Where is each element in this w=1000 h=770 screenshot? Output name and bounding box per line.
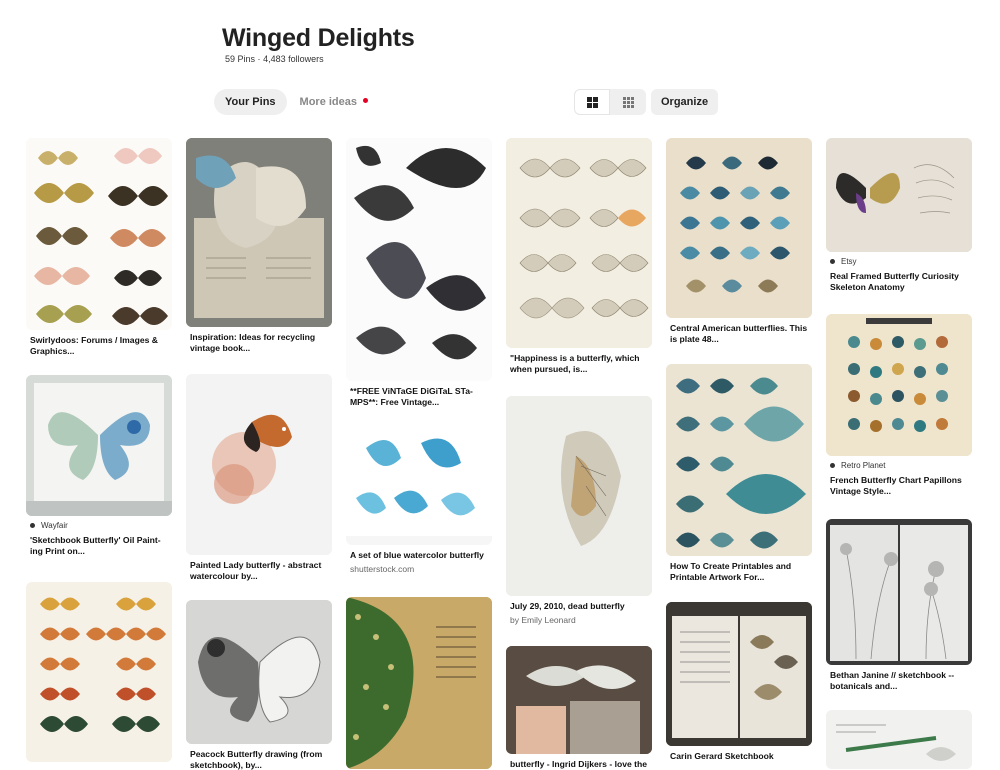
pin-title[interactable]: Peacock Butterfly drawing (from sketchbo… [186, 749, 332, 770]
tab-more-ideas[interactable]: More ideas [289, 89, 379, 115]
pin-card[interactable]: A set of blue watercolor butterfly shutt… [346, 428, 492, 574]
compact-grid-button[interactable] [610, 89, 646, 115]
pin-title[interactable]: **FREE ViNTaGE DiGiTaL STa-MPS**: Free V… [346, 386, 492, 407]
pin-image[interactable] [666, 138, 812, 318]
meta-separator: · [257, 54, 261, 64]
grid-compact-icon [622, 96, 634, 108]
pin-image[interactable] [506, 646, 652, 754]
pin-image[interactable] [826, 138, 972, 252]
pin-title[interactable]: 'Sketchbook Butterfly' Oil Paint-ing Pri… [26, 535, 172, 556]
pin-attribution[interactable]: Retro Planet [826, 461, 972, 470]
pin-title[interactable]: How To Create Printables and Printable A… [666, 561, 812, 582]
pin-card[interactable]: Painted Lady butterfly - abstract waterc… [186, 374, 332, 581]
pin-image[interactable] [826, 519, 972, 665]
pin-title[interactable]: Real Framed Butterfly Curiosity Skeleton… [826, 271, 972, 292]
pin-image[interactable] [346, 597, 492, 769]
source-icon [30, 523, 35, 528]
pin-card[interactable]: Swirlydoos: Forums / Images & Graphics..… [26, 138, 172, 356]
pin-card[interactable] [26, 582, 172, 762]
pin-image[interactable] [666, 602, 812, 746]
pin-title[interactable]: butterfly - Ingrid Dijkers - love the [506, 759, 652, 770]
pin-card[interactable]: Wayfair 'Sketchbook Butterfly' Oil Paint… [26, 375, 172, 556]
tab-your-pins[interactable]: Your Pins [214, 89, 287, 115]
pin-card[interactable]: Carin Gerard Sketchbook [666, 602, 812, 762]
pin-card[interactable]: July 29, 2010, dead butterfly by Emily L… [506, 396, 652, 625]
pin-image[interactable] [826, 314, 972, 456]
pin-card[interactable]: butterfly - Ingrid Dijkers - love the [506, 646, 652, 770]
pin-title[interactable]: Carin Gerard Sketchbook [666, 751, 812, 762]
view-toggle [574, 89, 646, 115]
pin-card[interactable]: Central American butterflies. This is pl… [666, 138, 812, 344]
pin-title[interactable]: A set of blue watercolor butterfly [346, 550, 492, 561]
default-grid-button[interactable] [574, 89, 610, 115]
board-meta: 59 Pins · 4,483 followers [225, 54, 324, 64]
pin-image[interactable] [26, 582, 172, 762]
pin-attribution[interactable]: Etsy [826, 257, 972, 266]
pin-image[interactable] [826, 710, 972, 769]
pin-title[interactable]: July 29, 2010, dead butterfly [506, 601, 652, 612]
pin-card[interactable] [346, 597, 492, 769]
pin-title[interactable]: "Happiness is a butterfly, which when pu… [506, 353, 652, 374]
pin-card[interactable]: "Happiness is a butterfly, which when pu… [506, 138, 652, 374]
pin-card[interactable]: Retro Planet French Butterfly Chart Papi… [826, 314, 972, 496]
pin-source[interactable]: by Emily Leonard [506, 615, 652, 625]
organize-button[interactable]: Organize [651, 89, 719, 115]
pin-image[interactable] [666, 364, 812, 556]
attribution-label: Etsy [841, 257, 857, 266]
pin-card[interactable]: Peacock Butterfly drawing (from sketchbo… [186, 600, 332, 770]
pin-title[interactable]: Bethan Janine // sketchbook -- botanical… [826, 670, 972, 691]
pin-attribution[interactable]: Wayfair [26, 521, 172, 530]
pin-image[interactable] [186, 138, 332, 327]
grid-large-icon [586, 96, 598, 108]
attribution-label: Retro Planet [841, 461, 886, 470]
pin-title[interactable]: French Butterfly Chart Papillons Vintage… [826, 475, 972, 496]
pin-image[interactable] [346, 428, 492, 545]
pin-card[interactable]: Bethan Janine // sketchbook -- botanical… [826, 519, 972, 691]
pin-image[interactable] [506, 138, 652, 348]
board-tabs: Your Pins More ideas [214, 89, 379, 115]
pin-image[interactable] [506, 396, 652, 596]
pin-image[interactable] [26, 375, 172, 516]
pin-title[interactable]: Painted Lady butterfly - abstract waterc… [186, 560, 332, 581]
pin-title[interactable]: Swirlydoos: Forums / Images & Graphics..… [26, 335, 172, 356]
pin-image[interactable] [186, 374, 332, 555]
followers-count[interactable]: 4,483 followers [263, 54, 324, 64]
pins-count: 59 Pins [225, 54, 256, 64]
pin-image[interactable] [26, 138, 172, 330]
source-icon [830, 463, 835, 468]
pin-title[interactable]: Central American butterflies. This is pl… [666, 323, 812, 344]
pin-card[interactable]: **FREE ViNTaGE DiGiTaL STa-MPS**: Free V… [346, 138, 492, 407]
pin-card[interactable]: How To Create Printables and Printable A… [666, 364, 812, 582]
source-icon [830, 259, 835, 264]
pin-card[interactable]: Etsy Real Framed Butterfly Curiosity Ske… [826, 138, 972, 292]
pin-image[interactable] [346, 138, 492, 381]
tab-more-ideas-label: More ideas [299, 96, 357, 108]
pin-card[interactable]: Inspiration: Ideas for recycling vintage… [186, 138, 332, 353]
board-title: Winged Delights [222, 24, 415, 52]
notification-dot-icon [363, 98, 368, 103]
tab-your-pins-label: Your Pins [225, 96, 276, 108]
pin-image[interactable] [186, 600, 332, 744]
attribution-label: Wayfair [41, 521, 68, 530]
pin-title[interactable]: Inspiration: Ideas for recycling vintage… [186, 332, 332, 353]
pin-card[interactable] [826, 710, 972, 769]
pin-source[interactable]: shutterstock.com [346, 564, 492, 574]
